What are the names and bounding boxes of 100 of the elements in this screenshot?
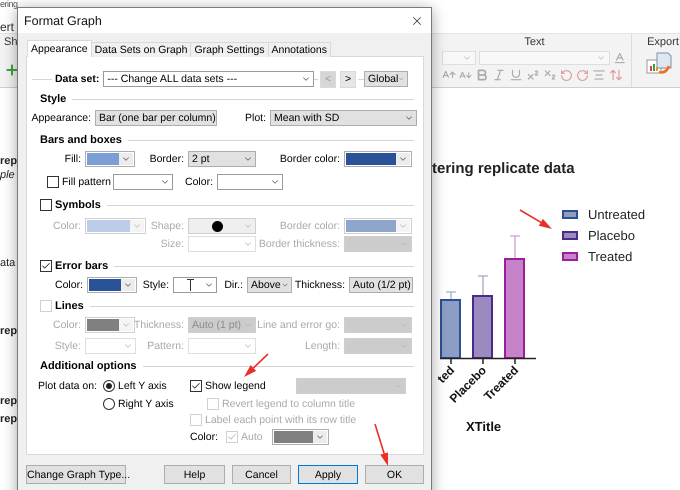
dropdown[interactable] [173,277,217,293]
rotate-right-icon[interactable] [576,68,589,82]
field-label: Shape: [150,220,185,232]
field-label: Plot data on: [38,380,98,392]
legend-label: Untreated [588,207,646,222]
section-heading: Symbols [55,199,101,211]
sheet-label[interactable]: ple [0,168,15,182]
tab[interactable]: Data Sets on Graph [90,42,192,57]
rotate-left-icon[interactable] [560,68,573,82]
bold-icon[interactable] [475,68,489,82]
dropdown[interactable]: Above [247,277,292,293]
export-icon[interactable] [646,52,672,76]
dialog-title: Format Graph [24,14,102,28]
field-label: Data set: [54,73,100,85]
group-label: Text [524,36,545,48]
radio-button[interactable] [103,398,115,410]
field-label: Color: [190,431,220,443]
radio-label: Right Y axis [118,398,174,410]
tab[interactable]: Appearance [27,40,92,57]
menu-item[interactable]: ert [0,20,14,34]
radio-button[interactable] [103,380,115,392]
field-label: Pattern: [147,340,185,352]
checkbox[interactable] [40,199,52,211]
line-spacing-icon[interactable] [609,68,623,82]
section-heading: Lines [55,300,84,312]
color-dropdown[interactable] [85,151,135,167]
section-heading: Additional options [40,360,137,372]
dialog-button[interactable]: Apply [298,465,358,484]
field-label: Border: [150,153,185,165]
check-icon [227,432,237,442]
checkbox[interactable] [190,380,202,392]
color-dropdown[interactable] [272,429,329,445]
checkbox[interactable] [47,176,59,188]
checkbox-label: Fill pattern [62,176,112,188]
section-heading: Bars and boxes [40,134,122,146]
next-button[interactable]: > [340,70,356,88]
tab[interactable]: Annotations [268,42,331,57]
error-bar [445,291,457,301]
superscript-icon[interactable] [526,68,540,82]
dialog-button[interactable]: Help [164,465,225,484]
font-dropdown[interactable] [478,51,610,65]
section-heading: Style [40,93,66,105]
field-label: Length: [304,340,341,352]
check-icon [41,261,51,271]
italic-icon[interactable] [492,68,506,82]
data-set-dropdown[interactable]: --- Change ALL data sets --- [103,71,314,87]
underline-icon[interactable] [509,68,523,82]
tab[interactable]: Graph Settings [190,42,268,57]
field-label: Color: [52,220,82,232]
field-label: Color: [184,176,214,188]
sheet-label[interactable]: rep [0,154,18,168]
sheet-label[interactable]: rep [0,394,18,408]
field-label: Appearance: [31,112,92,124]
field-label: Style: [142,279,170,291]
field-label: Border color: [280,220,341,232]
color-dropdown[interactable] [344,151,412,167]
bar [472,295,493,359]
dialog-button[interactable]: Cancel [232,465,291,484]
ribbon-tab[interactable]: Sh [4,36,18,48]
shape-dropdown[interactable] [188,218,256,234]
sheet-label[interactable]: rep [0,412,18,426]
checkbox-label: Revert legend to column title [222,398,356,410]
font-size-dropdown[interactable] [442,51,476,65]
field-label: Style: [54,340,82,352]
align-icon[interactable] [592,68,606,82]
color-dropdown[interactable] [87,277,137,293]
sheet-label[interactable]: rep [0,324,18,338]
color-dropdown[interactable] [85,317,135,333]
field-label: Dir.: [224,279,244,291]
dropdown[interactable]: Bar (one bar per column) [95,110,217,126]
field-label: Color: [52,319,82,331]
plus-icon[interactable] [4,62,20,78]
error-bar [477,275,489,297]
bar [440,299,461,359]
field-label: Border thickness: [258,238,341,250]
error-bar [509,235,521,260]
dropdown[interactable]: 2 pt [188,151,256,167]
field-label: Color: [54,279,84,291]
field-label: Plot: [244,112,267,124]
legend-label: Treated [588,249,632,264]
group-label: Export [647,36,679,48]
scope-dropdown[interactable]: Global [364,71,408,87]
color-dropdown[interactable] [344,218,412,234]
error-bar-cap-icon [187,279,194,291]
app-title: ering [0,0,18,9]
dialog-button[interactable]: OK [365,465,424,484]
field-label: Border color: [280,153,341,165]
legend-label: Placebo [588,228,635,243]
font-color-icon[interactable] [613,51,627,65]
color-dropdown[interactable] [85,218,146,234]
checkbox[interactable] [40,260,52,272]
field-label: Thickness: [294,279,346,291]
checkbox-label: Show legend [205,380,266,392]
dropdown[interactable]: Mean with SD [270,110,417,126]
dropdown[interactable]: Auto (1/2 pt) [349,277,413,293]
radio-label: Left Y axis [118,380,167,392]
subscript-icon[interactable] [543,68,557,82]
field-label: Size: [160,238,185,250]
section-heading: Error bars [55,260,108,272]
sheet-label[interactable]: ata [0,256,16,270]
